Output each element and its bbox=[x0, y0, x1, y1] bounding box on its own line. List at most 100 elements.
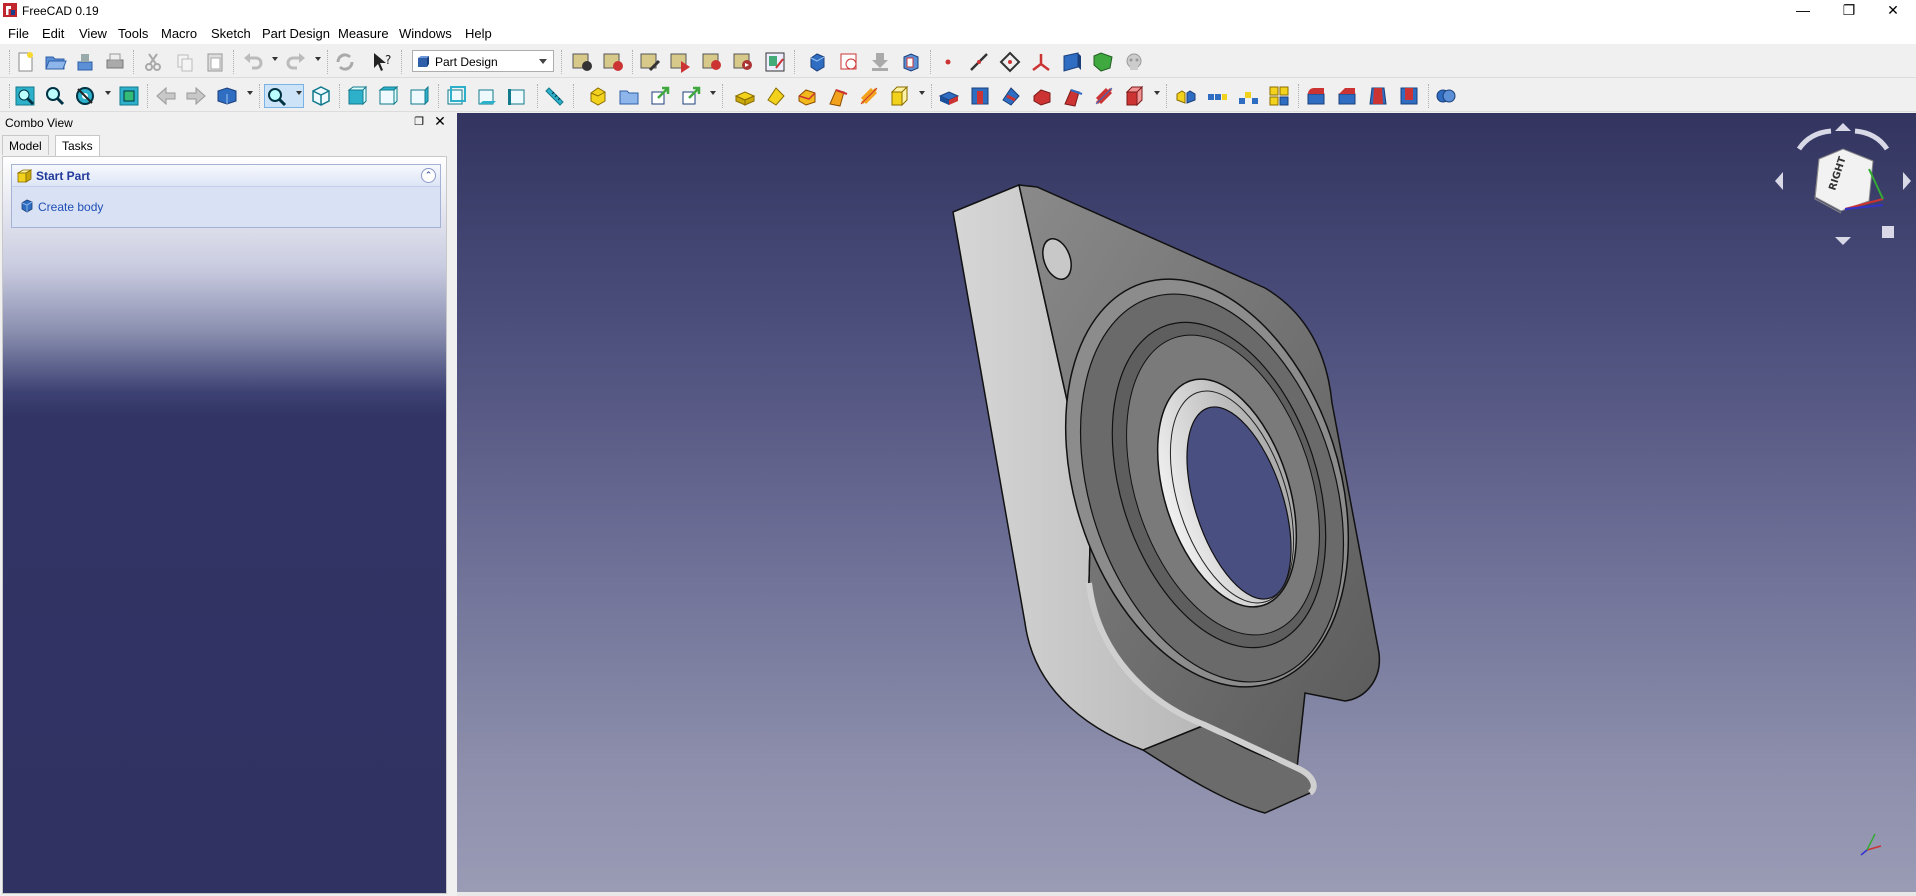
create-body-link[interactable]: Create body bbox=[38, 200, 103, 214]
front-view-icon[interactable] bbox=[345, 84, 369, 108]
zoom-dropdown-arrow[interactable] bbox=[296, 91, 302, 95]
menu-macro[interactable]: Macro bbox=[161, 26, 197, 41]
zoom-icon[interactable] bbox=[264, 84, 304, 108]
fillet-icon[interactable] bbox=[1304, 84, 1328, 108]
hole-icon[interactable] bbox=[968, 84, 992, 108]
menu-view[interactable]: View bbox=[79, 26, 107, 41]
linear-pattern-icon[interactable] bbox=[1205, 84, 1229, 108]
create-body-icon[interactable] bbox=[805, 50, 829, 74]
menu-measure[interactable]: Measure bbox=[338, 26, 389, 41]
macro-stop-icon[interactable] bbox=[601, 50, 625, 74]
additive-primitive-dropdown-arrow[interactable] bbox=[919, 91, 925, 95]
3d-viewport[interactable]: RIGHT bbox=[457, 113, 1916, 892]
right-view-icon[interactable] bbox=[407, 84, 431, 108]
thickness-icon[interactable] bbox=[1397, 84, 1421, 108]
additive-primitive-icon[interactable] bbox=[888, 84, 912, 108]
menu-part-design[interactable]: Part Design bbox=[262, 26, 330, 41]
fit-selection-icon[interactable] bbox=[43, 84, 67, 108]
groove-icon[interactable] bbox=[999, 84, 1023, 108]
subtractive-primitive-dropdown-arrow[interactable] bbox=[1154, 91, 1160, 95]
pocket-icon[interactable] bbox=[937, 84, 961, 108]
workbench-selector[interactable]: Part Design bbox=[412, 50, 554, 72]
subshape-binder-icon[interactable] bbox=[1091, 50, 1115, 74]
link-actions-icon[interactable] bbox=[679, 84, 703, 108]
draw-style-dropdown-arrow[interactable] bbox=[105, 91, 111, 95]
multi-transform-icon[interactable] bbox=[1267, 84, 1291, 108]
rotate-left-icon[interactable] bbox=[1796, 128, 1832, 151]
link-icon[interactable] bbox=[648, 84, 672, 108]
3d-model[interactable] bbox=[457, 113, 1916, 892]
nav-cube-menu-icon[interactable] bbox=[1882, 226, 1894, 238]
std-views-dropdown-arrow[interactable] bbox=[247, 91, 253, 95]
create-group-icon[interactable] bbox=[617, 84, 641, 108]
rear-view-icon[interactable] bbox=[444, 84, 468, 108]
float-panel-icon[interactable]: ❐ bbox=[412, 115, 426, 129]
bottom-view-icon[interactable] bbox=[475, 84, 499, 108]
menu-help[interactable]: Help bbox=[465, 26, 492, 41]
menu-windows[interactable]: Windows bbox=[399, 26, 452, 41]
navigation-cube[interactable]: RIGHT bbox=[1773, 119, 1913, 249]
pad-icon[interactable] bbox=[733, 84, 757, 108]
back-icon[interactable] bbox=[154, 84, 178, 108]
subtractive-helix-icon[interactable] bbox=[1092, 84, 1116, 108]
boolean-icon[interactable] bbox=[1434, 84, 1458, 108]
additive-loft-icon[interactable] bbox=[795, 84, 819, 108]
subtractive-primitive-icon[interactable] bbox=[1123, 84, 1147, 108]
polar-pattern-icon[interactable] bbox=[1236, 84, 1260, 108]
bounding-box-icon[interactable] bbox=[117, 84, 141, 108]
datum-point-icon[interactable] bbox=[936, 50, 960, 74]
nav-arrow-left-icon[interactable] bbox=[1775, 172, 1783, 190]
minimize-button[interactable]: — bbox=[1780, 0, 1826, 22]
undo-icon[interactable] bbox=[241, 50, 265, 74]
create-sketch-icon[interactable] bbox=[837, 50, 861, 74]
new-document-icon[interactable] bbox=[13, 50, 37, 74]
local-coordinate-system-icon[interactable] bbox=[1029, 50, 1053, 74]
revolution-icon[interactable] bbox=[764, 84, 788, 108]
forward-icon[interactable] bbox=[184, 84, 208, 108]
top-view-icon[interactable] bbox=[376, 84, 400, 108]
close-panel-icon[interactable]: ✕ bbox=[433, 114, 447, 128]
rotate-right-icon[interactable] bbox=[1854, 128, 1890, 151]
draft-icon[interactable] bbox=[1366, 84, 1390, 108]
macro-debug-icon[interactable] bbox=[700, 50, 724, 74]
std-views-icon[interactable] bbox=[215, 84, 239, 108]
datum-plane-icon[interactable] bbox=[998, 50, 1022, 74]
additive-pipe-icon[interactable] bbox=[826, 84, 850, 108]
menu-tools[interactable]: Tools bbox=[118, 26, 148, 41]
nav-arrow-down-icon[interactable] bbox=[1835, 237, 1851, 245]
link-actions-dropdown-arrow[interactable] bbox=[710, 91, 716, 95]
cut-icon[interactable] bbox=[141, 50, 165, 74]
print-icon[interactable] bbox=[103, 50, 127, 74]
whats-this-icon[interactable]: ? bbox=[370, 50, 394, 74]
tab-tasks[interactable]: Tasks bbox=[55, 135, 100, 156]
macro-toggle-breakpoint-icon[interactable] bbox=[763, 50, 787, 74]
clone-icon[interactable] bbox=[1122, 50, 1146, 74]
validate-sketch-icon[interactable] bbox=[868, 50, 892, 74]
datum-line-icon[interactable] bbox=[967, 50, 991, 74]
save-icon[interactable] bbox=[73, 50, 97, 74]
open-icon[interactable] bbox=[43, 50, 67, 74]
taskbox-header[interactable]: Start Part ⌃ bbox=[12, 165, 440, 187]
refresh-icon[interactable] bbox=[333, 50, 357, 74]
restore-button[interactable]: ❐ bbox=[1826, 0, 1872, 22]
menu-edit[interactable]: Edit bbox=[42, 26, 64, 41]
undo-dropdown-arrow[interactable] bbox=[272, 57, 278, 61]
left-view-icon[interactable] bbox=[506, 84, 530, 108]
redo-icon[interactable] bbox=[284, 50, 308, 74]
paste-icon[interactable] bbox=[203, 50, 227, 74]
draw-style-icon[interactable] bbox=[73, 84, 97, 108]
mirrored-icon[interactable] bbox=[1174, 84, 1198, 108]
tab-model[interactable]: Model bbox=[2, 135, 49, 155]
chamfer-icon[interactable] bbox=[1335, 84, 1359, 108]
fit-all-icon[interactable] bbox=[13, 84, 37, 108]
collapse-chevron-icon[interactable]: ⌃ bbox=[421, 168, 436, 183]
subtractive-loft-icon[interactable] bbox=[1030, 84, 1054, 108]
isometric-icon[interactable] bbox=[309, 84, 333, 108]
macro-step-icon[interactable] bbox=[731, 50, 755, 74]
menu-file[interactable]: File bbox=[8, 26, 29, 41]
copy-icon[interactable] bbox=[173, 50, 197, 74]
macro-record-icon[interactable] bbox=[570, 50, 594, 74]
nav-arrow-right-icon[interactable] bbox=[1903, 172, 1911, 190]
macro-execute-icon[interactable] bbox=[668, 50, 692, 74]
macro-edit-icon[interactable] bbox=[638, 50, 662, 74]
